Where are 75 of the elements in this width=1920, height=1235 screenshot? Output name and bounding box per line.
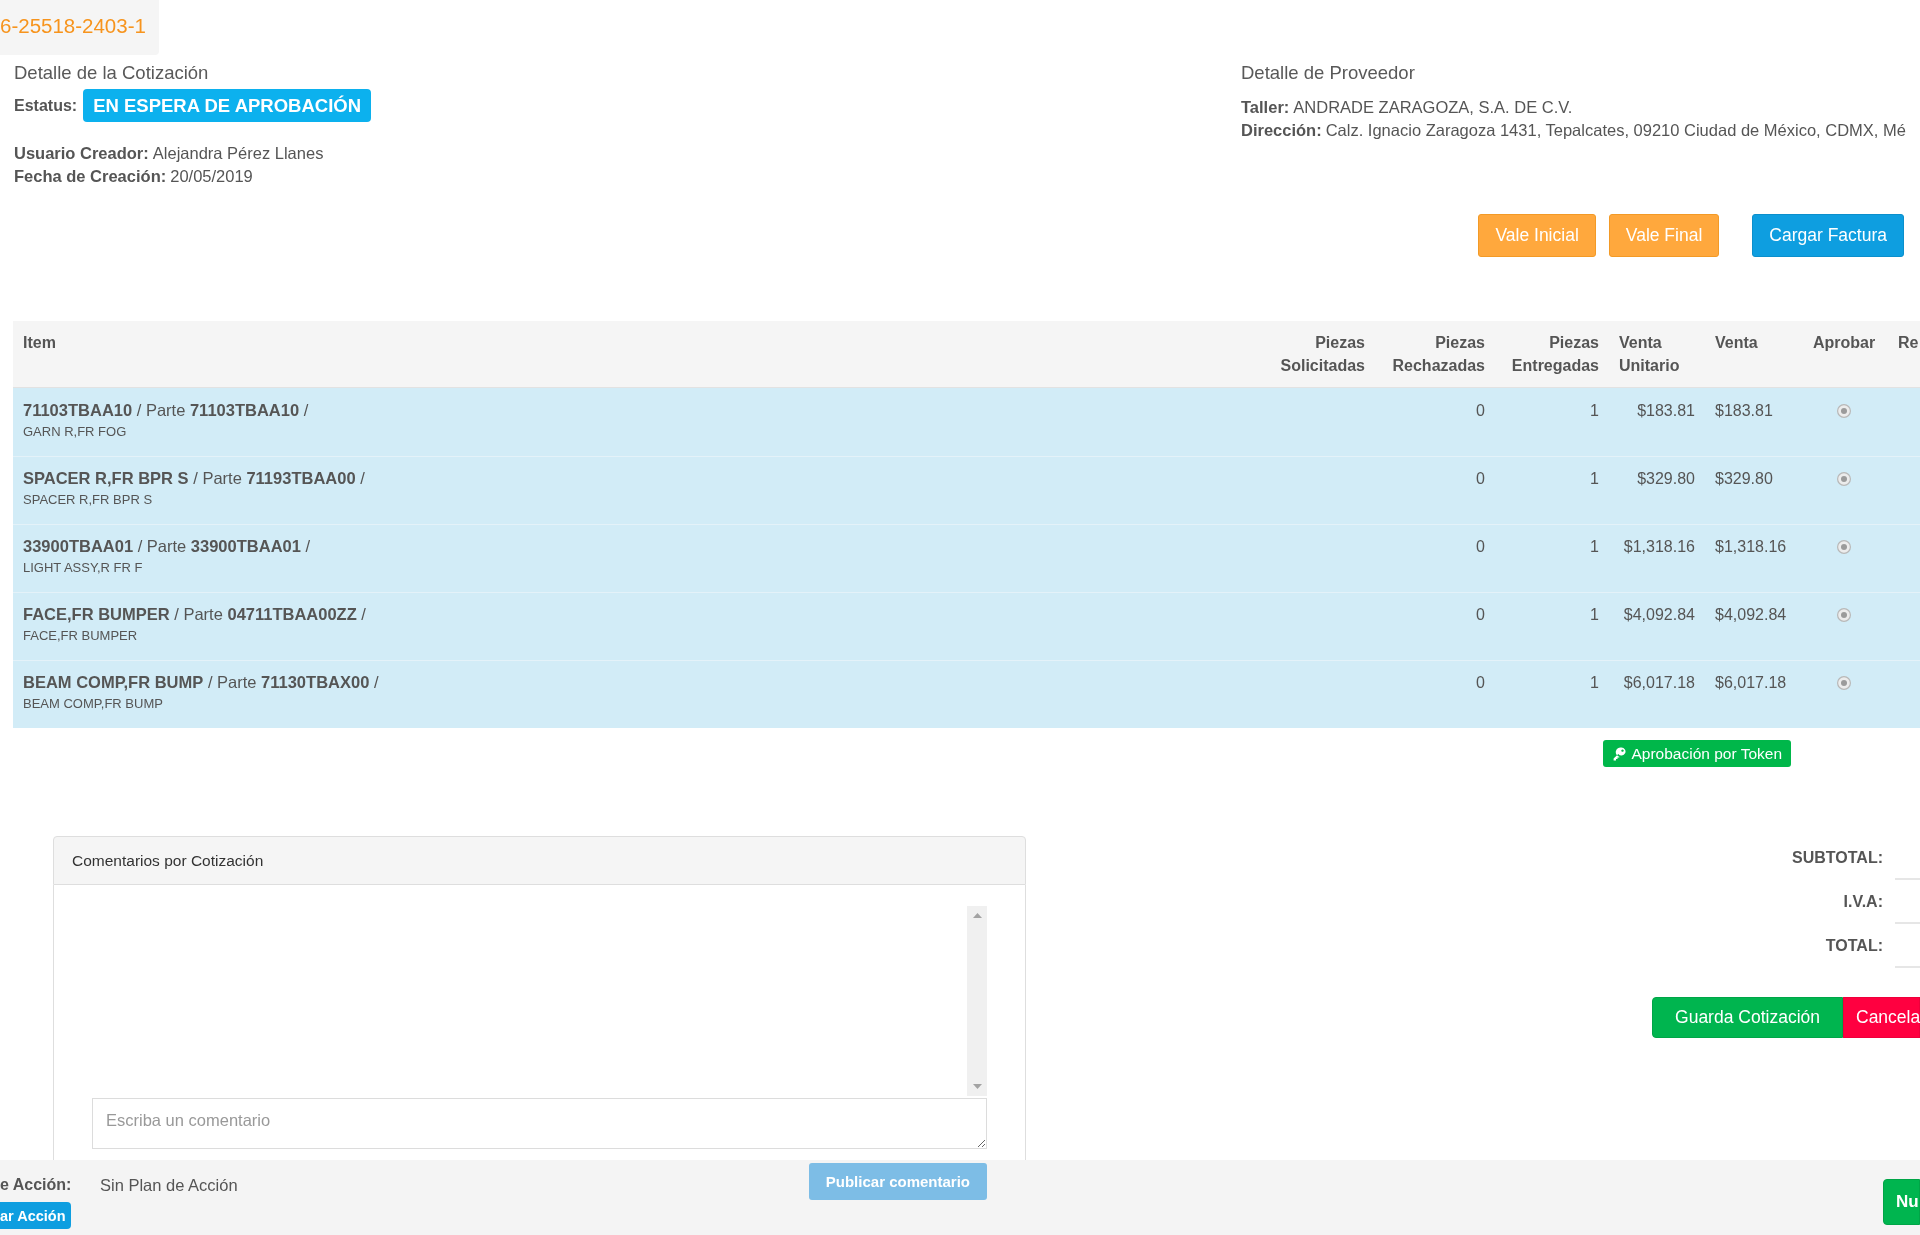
- column-header: Aprobar: [1812, 334, 1876, 351]
- table-cell: 1: [1590, 402, 1599, 419]
- column-header: Piezas Rechazadas: [1392, 334, 1485, 374]
- action-plan-value: Sin Plan de Acción: [100, 1175, 238, 1196]
- add-action-button[interactable]: ar Acción: [0, 1202, 71, 1229]
- table-cell: 0: [1476, 402, 1485, 419]
- total-label: I.V.A:: [1842, 892, 1883, 912]
- radio-button[interactable]: [1837, 539, 1851, 554]
- column-header: Venta: [1715, 334, 1758, 351]
- panel-title: Comentarios por Cotización: [72, 852, 264, 869]
- item-description: BEAM COMP,FR BUMP: [23, 695, 164, 713]
- column-header: Venta Unitario: [1619, 334, 1680, 374]
- item-title: 71103TBAA10 / Parte 71103TBAA10 /: [23, 400, 310, 421]
- item-title: 33900TBAA01 / Parte 33900TBAA01 /: [23, 536, 312, 557]
- total-label: SUBTOTAL:: [1791, 848, 1883, 868]
- new-button[interactable]: Nu: [1883, 1179, 1920, 1225]
- table-cell: 1: [1590, 674, 1599, 691]
- field-label: Fecha de Creación:: [14, 167, 167, 185]
- table-cell: $183.81: [1637, 402, 1695, 419]
- field-value: ANDRADE ZARAGOZA, S.A. DE C.V.: [1293, 98, 1573, 116]
- item-description: FACE,FR BUMPER: [23, 627, 139, 645]
- item-title: FACE,FR BUMPER / Parte 04711TBAA00ZZ /: [23, 604, 367, 625]
- save-button[interactable]: Guarda Cotización: [1652, 997, 1843, 1038]
- total-label: TOTAL:: [1824, 936, 1883, 956]
- table-cell: $1,318.16: [1715, 538, 1787, 555]
- field-value: Calz. Ignacio Zaragoza 1431, Tepalcates, 09210 Ciudad de México, CDMX, Mé: [1325, 121, 1906, 139]
- column-header: Re: [1898, 334, 1919, 351]
- radio-button[interactable]: [1837, 675, 1851, 690]
- table-cell: 0: [1476, 470, 1485, 487]
- section-title: Detalle de la Cotización: [14, 61, 210, 85]
- comment-field[interactable]: Escriba un comentario: [92, 1098, 987, 1149]
- table-cell: 1: [1590, 470, 1599, 487]
- item-description: GARN R,FR FOG: [23, 423, 128, 441]
- action-button[interactable]: Vale Inicial: [1478, 214, 1596, 257]
- scrollbar[interactable]: [967, 906, 987, 1096]
- item-title: BEAM COMP,FR BUMP / Parte 71130TBAX00 /: [23, 672, 380, 693]
- table-cell: $6,017.18: [1715, 674, 1787, 691]
- table-cell: 0: [1476, 606, 1485, 623]
- table-cell: $6,017.18: [1623, 674, 1695, 691]
- table-cell: $183.81: [1715, 402, 1773, 419]
- table-cell: $329.80: [1715, 470, 1773, 487]
- cancel-button[interactable]: Cancela: [1843, 997, 1920, 1038]
- table-cell: 1: [1590, 538, 1599, 555]
- item-title: SPACER R,FR BPR S / Parte 71193TBAA00 /: [23, 468, 366, 489]
- token-approval-button[interactable]: Aprobación por Token: [1603, 740, 1791, 767]
- action-button[interactable]: Cargar Factura: [1752, 214, 1904, 257]
- column-header: Piezas Solicitadas: [1280, 334, 1365, 374]
- table-cell: 0: [1476, 674, 1485, 691]
- section-title: Detalle de Proveedor: [1241, 61, 1416, 85]
- item-description: LIGHT ASSY,R FR F: [23, 559, 144, 577]
- table-cell: 0: [1476, 538, 1485, 555]
- scroll-down-icon: [972, 1084, 982, 1089]
- key-icon: [1612, 746, 1627, 761]
- table-cell: 1: [1590, 606, 1599, 623]
- action-button[interactable]: Vale Final: [1608, 214, 1720, 257]
- table-cell: $4,092.84: [1715, 606, 1787, 623]
- column-header: Item: [23, 334, 56, 351]
- column-header: Piezas Entregadas: [1511, 334, 1599, 374]
- radio-button[interactable]: [1837, 403, 1851, 418]
- field-label: Dirección:: [1241, 121, 1322, 139]
- status-label: Estatus:: [14, 96, 78, 115]
- radio-button[interactable]: [1837, 471, 1851, 486]
- item-description: SPACER R,FR BPR S: [23, 491, 154, 509]
- status-badge: EN ESPERA DE APROBACIÓN: [83, 89, 372, 122]
- field-value: 20/05/2019: [170, 167, 253, 185]
- radio-button[interactable]: [1837, 607, 1851, 622]
- field-label: Taller:: [1241, 98, 1290, 116]
- table-cell: $329.80: [1637, 470, 1695, 487]
- field-label: Usuario Creador:: [14, 144, 149, 162]
- quote-number: 6-25518-2403-1: [0, 0, 159, 55]
- table-cell: $4,092.84: [1623, 606, 1695, 623]
- scroll-up-icon: [972, 913, 982, 918]
- field-value: Alejandra Pérez Llanes: [152, 144, 324, 162]
- action-plan-label: e Acción:: [0, 1175, 73, 1195]
- table-cell: $1,318.16: [1623, 538, 1695, 555]
